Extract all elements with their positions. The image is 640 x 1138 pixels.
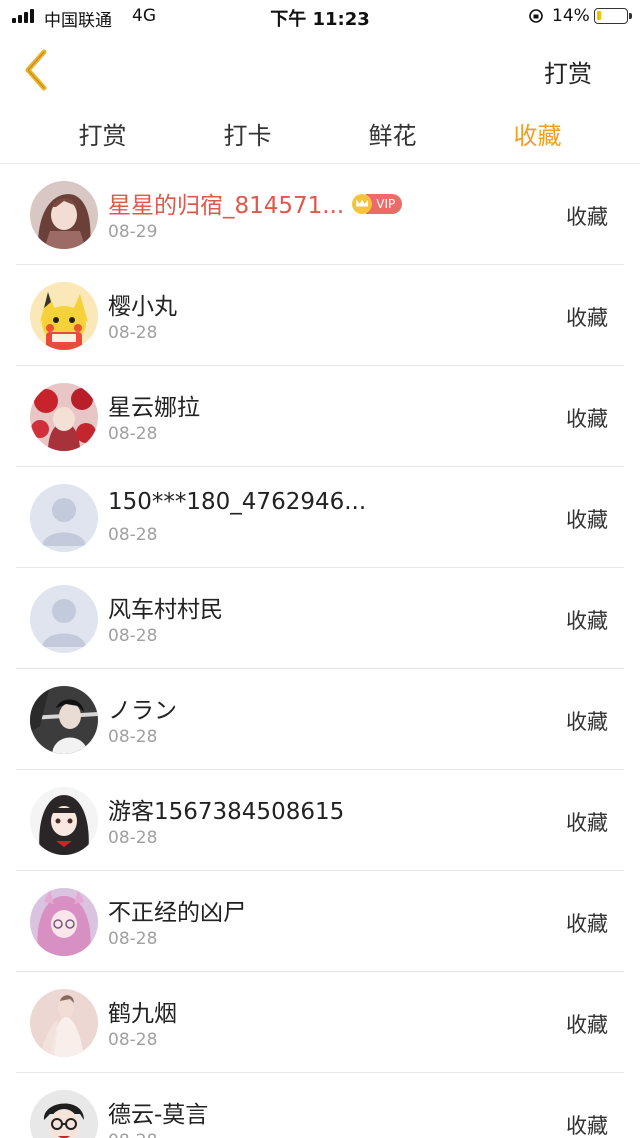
reward-nav-button[interactable]: 打赏 — [544, 54, 592, 89]
user-name[interactable]: 德云-莫言 — [108, 1095, 208, 1129]
date: 08-28 — [108, 424, 158, 444]
action-label: 收藏 — [566, 1013, 608, 1037]
list-item[interactable]: ノラン 08-28 收藏 — [16, 669, 624, 770]
date: 08-29 — [108, 222, 158, 242]
action-label: 收藏 — [566, 912, 608, 936]
list-item[interactable]: 星云娜拉 08-28 收藏 — [16, 366, 624, 467]
user-name[interactable]: ノラン — [108, 691, 177, 725]
user-name[interactable]: 风车村村民 — [108, 590, 223, 624]
date: 08-28 — [108, 1030, 158, 1050]
list-item[interactable]: 鹤九烟 08-28 收藏 — [16, 972, 624, 1073]
action-label: 收藏 — [566, 811, 608, 835]
list-item[interactable]: 德云-莫言 08-28 收藏 — [16, 1073, 624, 1138]
user-name-text: 星星的归宿_814571... — [108, 193, 345, 219]
pikachu-avatar — [30, 282, 98, 350]
avatar[interactable] — [30, 787, 98, 855]
avatar[interactable] — [30, 1090, 98, 1138]
tab-bar: 打赏 打卡 鲜花 收藏 — [0, 106, 640, 164]
list-item[interactable]: 樱小丸 08-28 收藏 — [16, 265, 624, 366]
bride-avatar — [30, 989, 98, 1057]
avatar[interactable] — [30, 888, 98, 956]
user-name[interactable]: 游客1567384508615 — [108, 792, 344, 826]
list-item[interactable]: 150***180_4762946... 08-28 收藏 — [16, 467, 624, 568]
nav-bar: 打赏 — [0, 34, 640, 106]
user-name[interactable]: 鹤九烟 — [108, 994, 177, 1028]
pink-hair-girl-avatar — [30, 888, 98, 956]
vip-badge: VIP — [352, 193, 403, 214]
action-label: 收藏 — [566, 1114, 608, 1138]
default-avatar — [30, 484, 98, 552]
tab-checkin[interactable]: 打卡 — [205, 106, 290, 163]
user-name[interactable]: 不正经的凶尸 — [108, 893, 246, 927]
red-flower-girl-avatar — [30, 383, 98, 451]
battery-percent: 14% — [552, 6, 590, 26]
tab-favorites[interactable]: 收藏 — [495, 106, 580, 163]
status-bar: 中国联通 4G 下午 11:23 14% — [0, 0, 640, 34]
action-label: 收藏 — [566, 710, 608, 734]
back-button[interactable] — [20, 48, 60, 92]
date: 08-28 — [108, 323, 158, 343]
dark-hair-girl-avatar — [30, 787, 98, 855]
list-item[interactable]: 星星的归宿_814571... VIP 08-29 收藏 — [16, 164, 624, 265]
date: 08-28 — [108, 929, 158, 949]
date: 08-28 — [108, 525, 158, 545]
action-label: 收藏 — [566, 205, 608, 229]
anime-girl-avatar — [30, 181, 98, 249]
battery-icon — [594, 8, 632, 24]
user-name[interactable]: 樱小丸 — [108, 287, 177, 321]
swordsman-avatar — [30, 686, 98, 754]
list-item[interactable]: 不正经的凶尸 08-28 收藏 — [16, 871, 624, 972]
avatar[interactable] — [30, 383, 98, 451]
avatar[interactable] — [30, 686, 98, 754]
list-item[interactable]: 游客1567384508615 08-28 收藏 — [16, 770, 624, 871]
favorites-list: 星星的归宿_814571... VIP 08-29 收藏 樱小丸 08-28 收藏 — [16, 164, 624, 1138]
user-name[interactable]: 星云娜拉 — [108, 388, 200, 422]
avatar[interactable] — [30, 181, 98, 249]
orientation-lock-icon — [529, 9, 543, 23]
user-name[interactable]: 150***180_4762946... — [108, 489, 366, 515]
tab-reward[interactable]: 打赏 — [0, 106, 205, 163]
glasses-man-avatar — [30, 1090, 98, 1138]
tab-flowers[interactable]: 鲜花 — [290, 106, 495, 163]
list-item[interactable]: 风车村村民 08-28 收藏 — [16, 568, 624, 669]
action-label: 收藏 — [566, 407, 608, 431]
action-label: 收藏 — [566, 306, 608, 330]
avatar[interactable] — [30, 484, 98, 552]
chevron-left-icon — [25, 49, 47, 91]
date: 08-28 — [108, 1131, 157, 1138]
date: 08-28 — [108, 828, 158, 848]
battery-level — [597, 11, 601, 20]
default-avatar — [30, 585, 98, 653]
status-time: 下午 11:23 — [270, 9, 370, 30]
date: 08-28 — [108, 626, 158, 646]
avatar[interactable] — [30, 989, 98, 1057]
avatar[interactable] — [30, 585, 98, 653]
crown-icon — [352, 193, 373, 214]
date: 08-28 — [108, 727, 158, 747]
user-name[interactable]: 星星的归宿_814571... VIP — [108, 186, 403, 220]
action-label: 收藏 — [566, 609, 608, 633]
action-label: 收藏 — [566, 508, 608, 532]
avatar[interactable] — [30, 282, 98, 350]
